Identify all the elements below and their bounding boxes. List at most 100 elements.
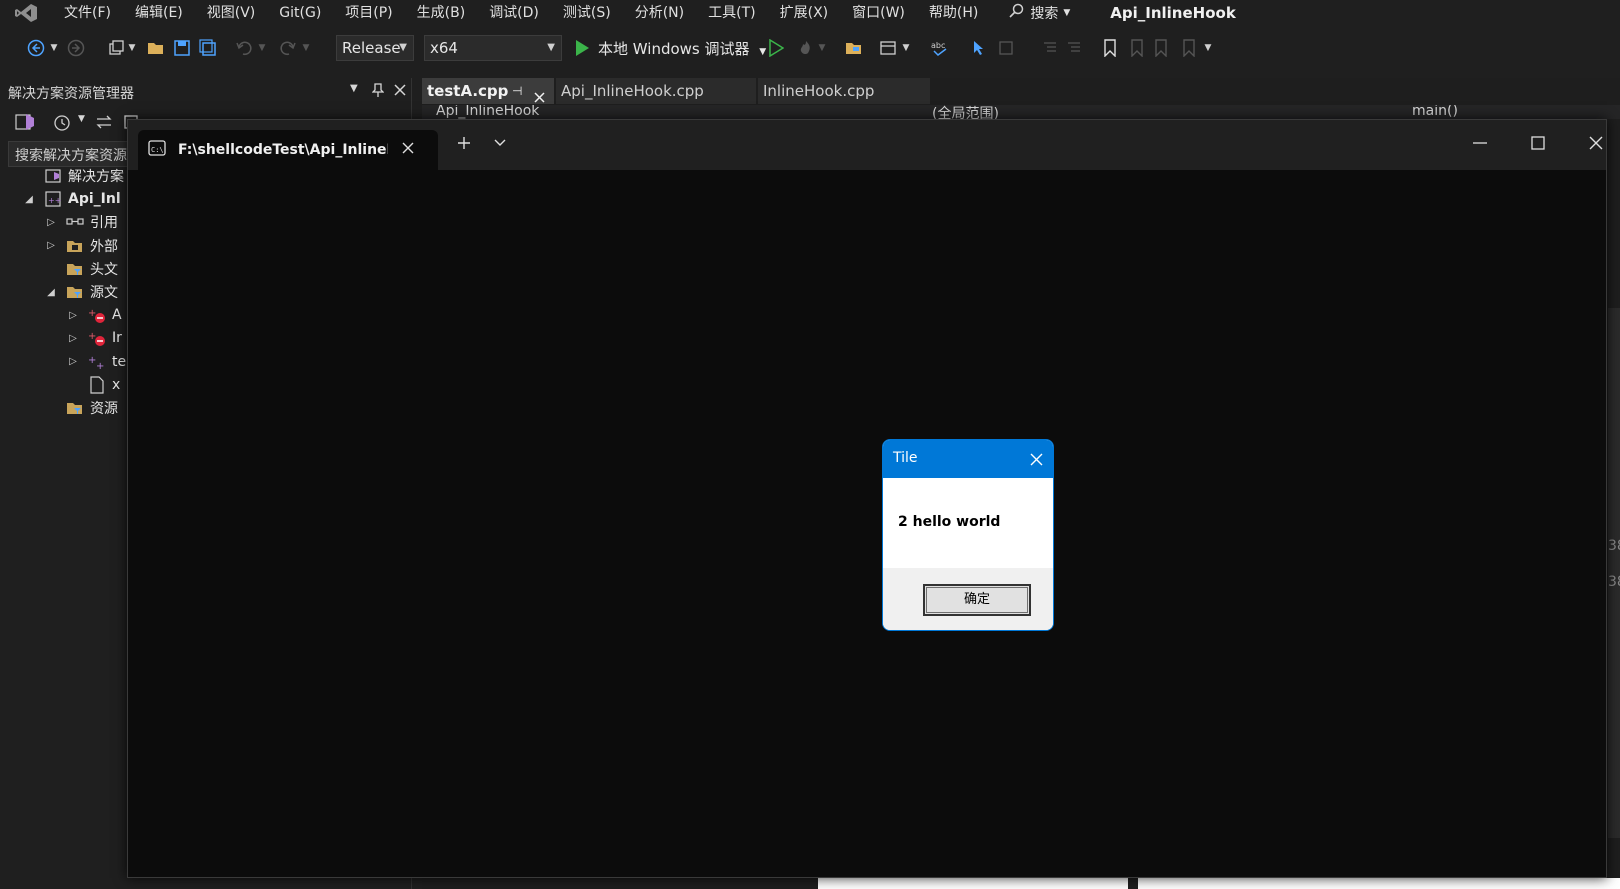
search-label: 搜索: [1030, 6, 1059, 22]
save-icon[interactable]: [172, 38, 192, 58]
menu-item-0[interactable]: 文件(F): [52, 0, 123, 26]
clear-bookmarks-icon[interactable]: [1180, 38, 1200, 58]
chevron-down-icon[interactable]: ▼: [78, 114, 85, 124]
menu-item-7[interactable]: 测试(S): [551, 0, 623, 26]
browse-folder-icon[interactable]: [844, 38, 864, 58]
collapsed-arrow-icon[interactable]: ▷: [44, 240, 58, 251]
menu-item-6[interactable]: 调试(D): [477, 0, 551, 26]
dialog-footer: 确定: [883, 568, 1053, 630]
project-icon: ++: [44, 190, 62, 208]
menu-item-1[interactable]: 编辑(E): [123, 0, 195, 26]
chevron-down-icon[interactable]: ▼: [350, 83, 358, 94]
chevron-down-icon[interactable]: ▼: [256, 38, 268, 58]
status-strip: [1138, 878, 1620, 889]
tree-item-label: x: [112, 376, 121, 393]
start-debugging-icon[interactable]: [572, 38, 592, 58]
close-icon[interactable]: [394, 84, 406, 100]
tab-inlinehook-cpp[interactable]: InlineHook.cpp: [758, 78, 930, 104]
console-icon: C:\: [148, 140, 166, 160]
tree-item-label: 外部: [90, 238, 118, 255]
menu-item-5[interactable]: 生成(B): [405, 0, 478, 26]
close-icon[interactable]: [1027, 450, 1045, 468]
external-deps-icon: [66, 237, 84, 255]
hot-reload-icon[interactable]: [796, 38, 816, 58]
terminal-titlebar: C:\ F:\shellcodeTest\Api_InlineHo: [128, 120, 1606, 170]
select-pointer-icon[interactable]: [970, 38, 990, 58]
minimize-icon[interactable]: [1460, 128, 1500, 158]
menu-item-11[interactable]: 窗口(W): [840, 0, 917, 26]
solution-explorer-header: 解决方案资源管理器 ▼: [8, 83, 412, 105]
expanded-arrow-icon[interactable]: ◢: [44, 287, 58, 298]
terminal-tab[interactable]: C:\ F:\shellcodeTest\Api_InlineHo: [138, 130, 438, 170]
cpp-error-icon: +: [88, 329, 106, 347]
menu-item-8[interactable]: 分析(N): [623, 0, 696, 26]
tab-label: InlineHook.cpp: [763, 82, 875, 100]
bookmark-icon[interactable]: [1100, 38, 1120, 58]
chevron-down-icon[interactable]: ▼: [816, 38, 828, 58]
tree-item[interactable]: ◢ ++ Api_Inl: [22, 188, 142, 210]
toolbar-overflow-icon[interactable]: ▼: [1202, 38, 1214, 58]
open-folder-icon[interactable]: [146, 38, 166, 58]
terminal-window: C:\ F:\shellcodeTest\Api_InlineHo: [127, 119, 1607, 878]
sync-icon[interactable]: [94, 112, 114, 136]
chevron-down-icon[interactable]: ▼: [48, 38, 60, 58]
redo-icon[interactable]: [278, 38, 298, 58]
maximize-icon[interactable]: [1518, 128, 1558, 158]
tab-testa-cpp[interactable]: testA.cpp ⊣: [422, 78, 554, 104]
previous-bookmark-icon[interactable]: [1126, 38, 1146, 58]
uncomment-lines-icon[interactable]: [1064, 38, 1084, 58]
nav-member[interactable]: main(): [1412, 105, 1458, 119]
navigate-back-icon[interactable]: [26, 38, 46, 58]
chevron-down-icon: ▼: [547, 42, 555, 53]
tab-api-inlinehook-cpp[interactable]: Api_InlineHook.cpp: [556, 78, 756, 104]
undo-icon[interactable]: [234, 38, 254, 58]
close-icon[interactable]: [402, 142, 414, 158]
next-bookmark-icon[interactable]: [1152, 38, 1172, 58]
nav-scope[interactable]: (全局范围): [932, 105, 999, 119]
tab-label: Api_InlineHook.cpp: [561, 82, 704, 100]
menu-item-4[interactable]: 项目(P): [333, 0, 404, 26]
search-button[interactable]: 搜索 ▼: [990, 3, 1084, 23]
navigate-forward-icon[interactable]: [66, 38, 86, 58]
platform-select[interactable]: x64 ▼: [424, 35, 562, 61]
expanded-arrow-icon[interactable]: ◢: [22, 194, 36, 205]
spell-check-icon[interactable]: abc: [930, 38, 950, 58]
start-debugging-button[interactable]: 本地 Windows 调试器 ▼: [598, 38, 766, 59]
chevron-down-icon[interactable]: ▼: [900, 38, 912, 58]
chevron-down-icon[interactable]: ▼: [300, 38, 312, 58]
ok-button[interactable]: 确定: [923, 584, 1031, 616]
references-icon: [66, 213, 84, 231]
chevron-down-icon[interactable]: ▼: [126, 38, 138, 58]
tree-item[interactable]: 解决方案 'A: [22, 165, 142, 187]
nav-project[interactable]: Api_InlineHook: [436, 105, 539, 119]
menu-item-3[interactable]: Git(G): [267, 0, 333, 26]
new-project-icon[interactable]: [106, 38, 126, 58]
collapsed-arrow-icon[interactable]: ▷: [66, 333, 80, 344]
history-icon[interactable]: [52, 112, 72, 136]
chevron-down-icon[interactable]: [480, 128, 520, 158]
breakpoint-list-icon[interactable]: [996, 38, 1016, 58]
start-without-debugging-icon[interactable]: [766, 38, 786, 58]
menu-item-9[interactable]: 工具(T): [696, 0, 767, 26]
collapsed-arrow-icon[interactable]: ▷: [66, 310, 80, 321]
file-icon: [88, 376, 106, 394]
layout-icon[interactable]: [878, 38, 898, 58]
vs-solution-icon[interactable]: [14, 112, 36, 136]
new-tab-icon[interactable]: [444, 128, 484, 158]
menu-item-12[interactable]: 帮助(H): [917, 0, 990, 26]
filter-folder-icon: [66, 283, 84, 301]
pin-icon[interactable]: ⊣: [512, 78, 522, 104]
tree-item-label: Api_Inl: [68, 191, 121, 208]
menu-item-2[interactable]: 视图(V): [195, 0, 268, 26]
save-all-icon[interactable]: [198, 38, 218, 58]
search-icon: [1008, 3, 1024, 23]
pin-icon[interactable]: [371, 83, 385, 101]
collapsed-arrow-icon[interactable]: ▷: [44, 217, 58, 228]
toolbar: ▼ ▼ ▼ ▼ Release ▼ x64 ▼ 本地 Windows 调试器 ▼: [0, 30, 1620, 66]
menu-item-10[interactable]: 扩展(X): [768, 0, 841, 26]
comment-lines-icon[interactable]: [1040, 38, 1060, 58]
collapsed-arrow-icon[interactable]: ▷: [66, 356, 80, 367]
cpp-error-icon: +: [88, 306, 106, 324]
configuration-select[interactable]: Release ▼: [336, 35, 414, 61]
close-icon[interactable]: [1576, 128, 1616, 158]
